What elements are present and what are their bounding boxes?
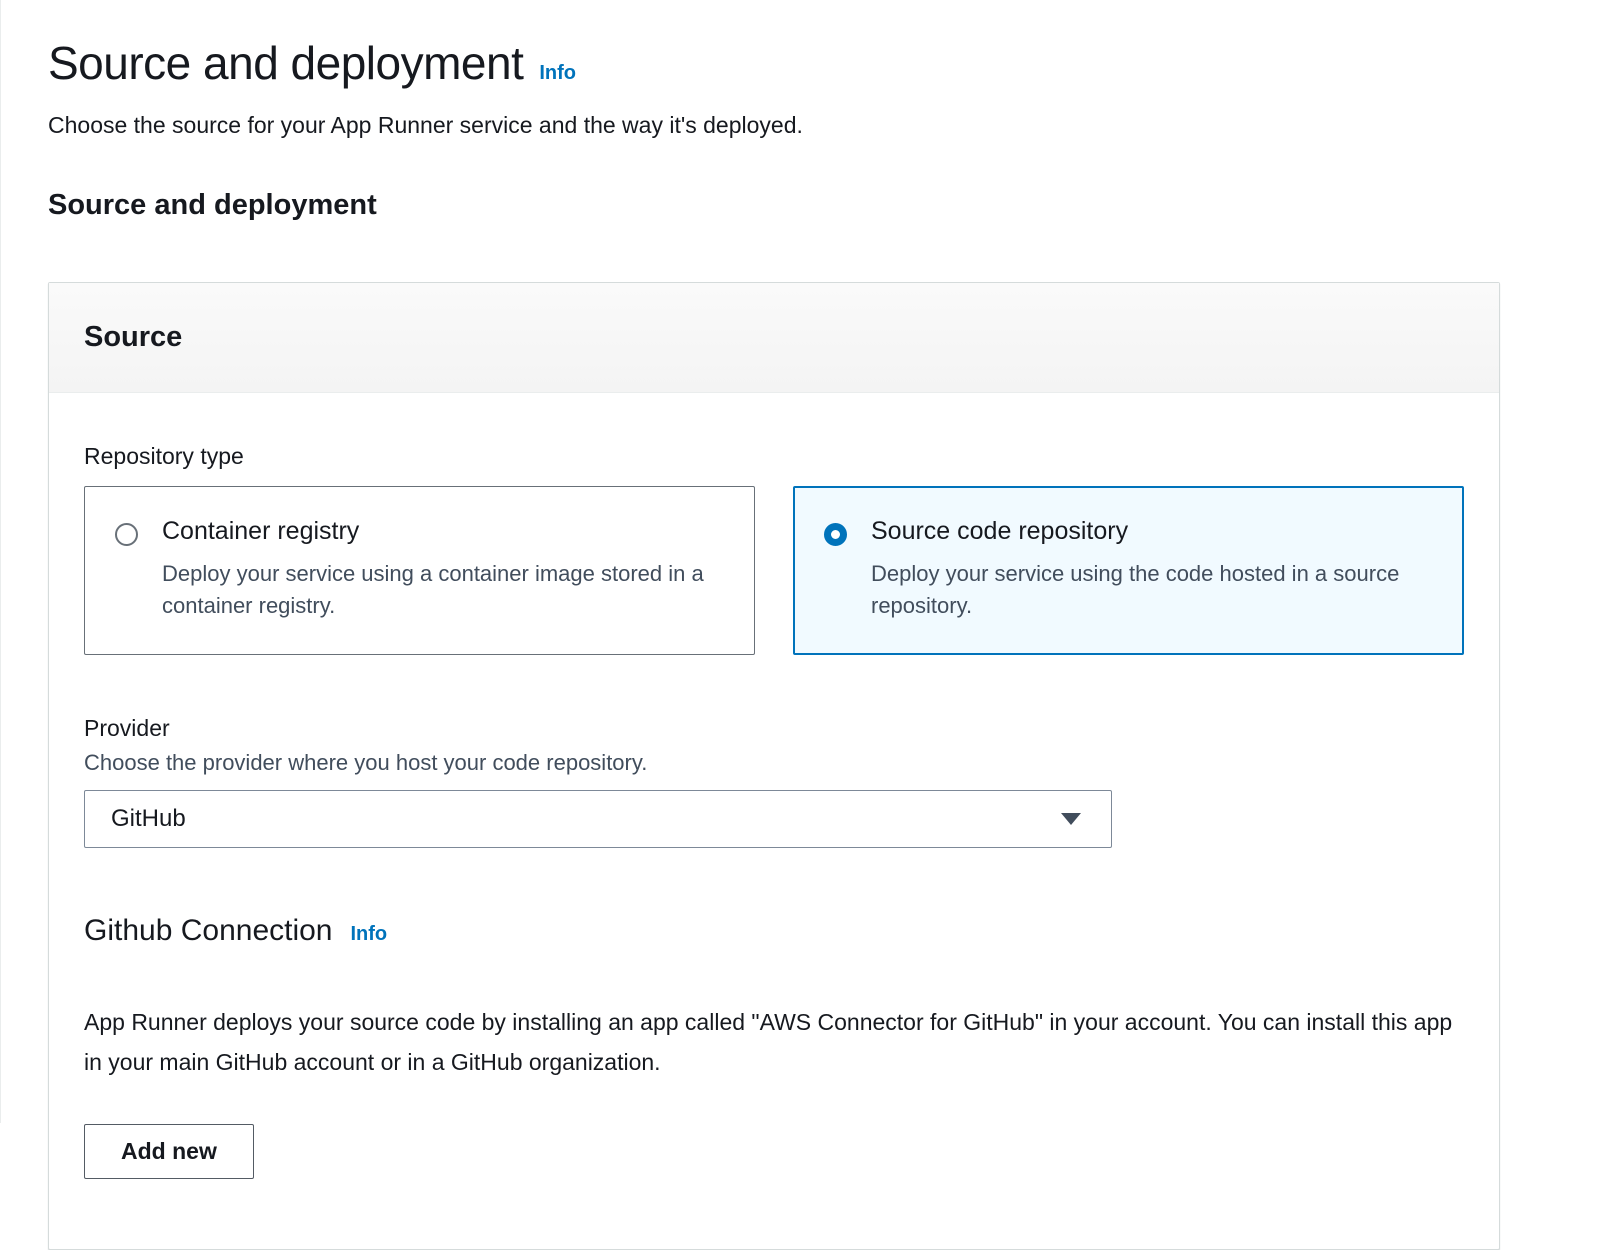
provider-block: Provider Choose the provider where you h… xyxy=(84,715,1464,848)
github-connection-header: Github Connection Info xyxy=(84,914,1464,948)
repository-type-tiles: Container registry Deploy your service u… xyxy=(84,486,1464,655)
container-registry-option[interactable]: Container registry Deploy your service u… xyxy=(84,486,755,655)
source-card-header: Source xyxy=(49,283,1499,393)
container-registry-description: Deploy your service using a container im… xyxy=(162,558,722,622)
provider-label: Provider xyxy=(84,715,1464,742)
page-title: Source and deployment xyxy=(48,36,523,90)
radio-unchecked-icon[interactable] xyxy=(115,523,138,546)
source-card-body: Repository type Container registry Deplo… xyxy=(49,393,1499,1249)
source-code-repository-label: Source code repository xyxy=(871,517,1431,546)
page: Source and deployment Info Choose the so… xyxy=(1,0,1600,1250)
github-connection-heading: Github Connection xyxy=(84,914,333,948)
add-new-button[interactable]: Add new xyxy=(84,1124,254,1179)
page-info-link[interactable]: Info xyxy=(539,62,576,85)
provider-select[interactable]: GitHub xyxy=(84,790,1112,848)
source-card: Source Repository type Container registr… xyxy=(48,282,1500,1250)
github-connection-info-link[interactable]: Info xyxy=(351,923,388,946)
radio-checked-icon[interactable] xyxy=(824,523,847,546)
container-registry-label: Container registry xyxy=(162,517,722,546)
provider-description: Choose the provider where you host your … xyxy=(84,750,1464,776)
provider-select-value: GitHub xyxy=(111,805,186,833)
source-code-repository-description: Deploy your service using the code hoste… xyxy=(871,558,1431,622)
source-code-repository-option[interactable]: Source code repository Deploy your servi… xyxy=(793,486,1464,655)
repository-type-label: Repository type xyxy=(84,443,1464,470)
container-registry-option-text: Container registry Deploy your service u… xyxy=(162,517,722,622)
page-header: Source and deployment Info xyxy=(48,36,1500,90)
page-description: Choose the source for your App Runner se… xyxy=(48,112,1500,139)
chevron-down-icon xyxy=(1061,813,1081,825)
section-heading: Source and deployment xyxy=(48,189,1500,222)
github-connection-paragraph: App Runner deploys your source code by i… xyxy=(84,1002,1454,1083)
source-code-repository-option-text: Source code repository Deploy your servi… xyxy=(871,517,1431,622)
